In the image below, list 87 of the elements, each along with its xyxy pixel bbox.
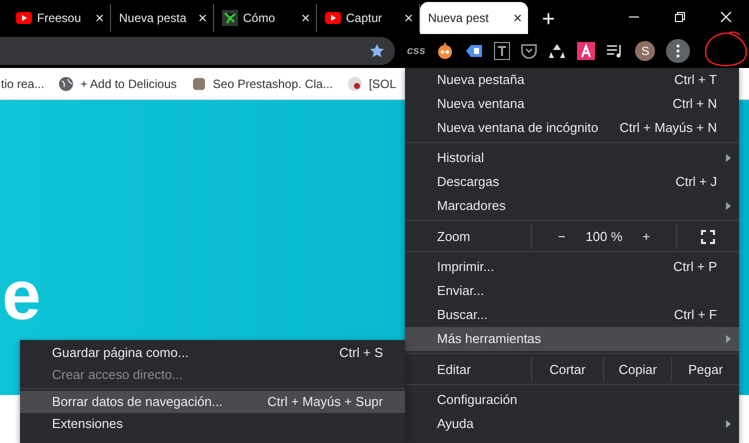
menu-item-label: Enviar...: [437, 282, 485, 300]
new-tab-button[interactable]: +: [542, 8, 555, 30]
tab-title: Cómo: [243, 10, 276, 27]
menu-item-label: Ayuda: [437, 415, 475, 434]
menu-icon: [676, 44, 680, 58]
menu-item-label: Extensiones: [52, 415, 124, 434]
profile-avatar[interactable]: S: [635, 41, 656, 61]
bookmark-item[interactable]: + Add to Delicious: [58, 74, 177, 92]
bookmark-item[interactable]: tio rea...: [1, 74, 44, 92]
menu-item[interactable]: Configuración: [405, 388, 739, 412]
menu-item[interactable]: Enviar...: [405, 279, 739, 303]
network-icon: [222, 10, 238, 26]
globe-icon: [58, 76, 74, 92]
menu-item-label: Historial: [437, 149, 485, 168]
shortcut-text: Ctrl + N: [672, 95, 717, 114]
heading-text: e: [2, 260, 41, 330]
tab-close-button[interactable]: ×: [513, 10, 522, 26]
menu-item[interactable]: Extensiones: [20, 413, 405, 435]
menu-item[interactable]: Imprimir... Ctrl + P: [405, 255, 739, 279]
extension-label[interactable]: css: [407, 42, 426, 60]
shield-icon: [521, 43, 538, 59]
tab-title: Freesou: [37, 10, 82, 27]
robot-icon: [436, 42, 454, 60]
play-icon: [325, 12, 341, 24]
browser-tab[interactable]: Cómo ×: [214, 4, 317, 32]
restore-icon: [675, 12, 685, 22]
tab-title: Nueva pest: [428, 10, 490, 27]
menu-item[interactable]: Ayuda: [405, 412, 739, 436]
menu-item[interactable]: Borrar datos de navegación... Ctrl + Mayús + Supr: [20, 391, 405, 413]
thumbnail-icon: [190, 76, 207, 92]
menu-item-label: Imprimir...: [437, 258, 496, 276]
letter-a-icon: [577, 42, 596, 60]
browser-tab[interactable]: Captur ×: [317, 4, 420, 32]
menu-item[interactable]: Marcadores: [405, 194, 739, 218]
menu-item[interactable]: Más herramientas: [405, 327, 739, 351]
menu-item-label: Marcadores: [437, 197, 507, 216]
menu-item-label: Buscar...: [437, 306, 489, 324]
menu-item-label: Descargas: [437, 173, 500, 192]
menu-item[interactable]: Historial: [405, 146, 739, 170]
tab-title: Nueva pesta: [119, 10, 188, 27]
tab-close-button[interactable]: ×: [95, 10, 104, 26]
shortcut-text: Ctrl + T: [674, 71, 717, 90]
menu-item-label: Guardar página como...: [52, 344, 190, 362]
browser-tab[interactable]: Freesou ×: [8, 4, 111, 32]
tag-icon: [465, 43, 484, 59]
edit-action-button[interactable]: Copiar: [603, 357, 672, 382]
menu-item-label: Más herramientas: [437, 330, 542, 348]
zoom-label: Zoom: [436, 228, 472, 246]
menu-item[interactable]: Descargas Ctrl + J: [405, 170, 739, 194]
zoom-level: 100 %: [586, 228, 622, 246]
menu-item-label: Nueva ventana: [437, 95, 526, 114]
shortcut-text: Ctrl + Mayús + Supr: [267, 393, 383, 412]
bookmark-item[interactable]: [SOL: [346, 74, 396, 92]
menu-button[interactable]: [666, 39, 690, 63]
menu-item-label: Nueva ventana de incógnito: [437, 119, 600, 138]
shortcut-text: Ctrl + S: [339, 344, 383, 362]
zoom-out-button[interactable]: −: [552, 226, 572, 246]
fullscreen-icon: [701, 230, 715, 244]
play-icon: [16, 12, 32, 24]
menu-item-label: Configuración: [437, 391, 518, 410]
tab-close-button[interactable]: ×: [198, 10, 207, 26]
menu-item[interactable]: Nueva ventana Ctrl + N: [405, 92, 739, 116]
menu-item-label: Nueva pestaña: [437, 71, 526, 90]
shortcut-text: Ctrl + P: [673, 258, 717, 276]
menu-item[interactable]: Guardar página como... Ctrl + S: [20, 342, 405, 364]
shortcut-text: Ctrl + Mayús + N: [619, 119, 717, 138]
menu-item-label: Crear acceso directo...: [52, 366, 184, 384]
menu-item-label: Borrar datos de navegación...: [52, 393, 224, 412]
menu-item[interactable]: Nueva ventana de incógnito Ctrl + Mayús + N: [405, 116, 739, 140]
browser-tab[interactable]: Nueva pest ×: [420, 2, 528, 34]
tab-close-button[interactable]: ×: [301, 10, 310, 26]
browser-tab[interactable]: Nueva pesta ×: [111, 4, 214, 32]
edit-label: Editar: [436, 360, 472, 379]
bookmark-item[interactable]: Seo Prestashop. Cla...: [190, 74, 333, 92]
shortcut-text: Ctrl + F: [674, 306, 717, 324]
menu-item[interactable]: Nueva pestaña Ctrl + T: [405, 68, 739, 92]
bird-icon: [346, 76, 363, 92]
tab-close-button[interactable]: ×: [404, 10, 413, 26]
close-icon: [720, 11, 732, 23]
star-icon: [369, 43, 385, 59]
edit-action-button[interactable]: Pegar: [671, 357, 739, 382]
tab-title: Captur: [346, 10, 384, 27]
zoom-in-button[interactable]: +: [636, 226, 656, 246]
edit-action-button[interactable]: Cortar: [530, 357, 604, 382]
shortcut-text: Ctrl + J: [675, 173, 717, 192]
menu-item[interactable]: Buscar... Ctrl + F: [405, 303, 739, 327]
letter-t-icon: [494, 42, 510, 60]
